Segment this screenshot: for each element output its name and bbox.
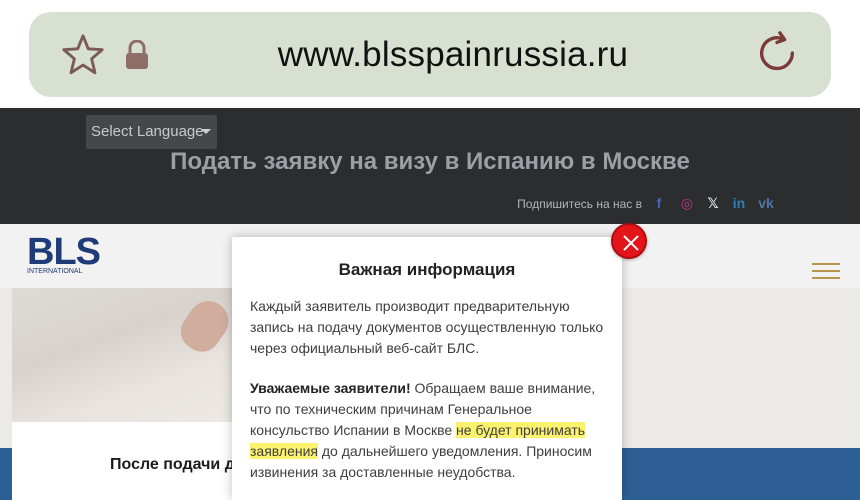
vk-icon[interactable]: vk xyxy=(757,194,775,212)
star-icon[interactable] xyxy=(60,32,106,78)
close-button[interactable] xyxy=(611,223,647,259)
chevron-down-icon xyxy=(201,129,211,134)
instagram-icon[interactable]: ◎ xyxy=(678,194,696,212)
lock-icon xyxy=(126,40,148,69)
modal-greeting: Уважаемые заявители! xyxy=(250,380,411,396)
bls-logo[interactable]: BLS INTERNATIONAL xyxy=(27,232,103,278)
x-icon[interactable]: 𝕏 xyxy=(704,194,722,212)
info-modal: Важная информация Каждый заявитель произ… xyxy=(232,237,622,500)
logo-text: BLS xyxy=(27,231,101,273)
page-title: Подать заявку на визу в Испанию в Москве xyxy=(170,148,690,175)
language-select[interactable]: Select Language xyxy=(86,115,217,149)
modal-paragraph-2: Уважаемые заявители! Обращаем ваше внима… xyxy=(250,378,610,483)
facebook-icon[interactable]: f xyxy=(650,194,668,212)
close-icon xyxy=(623,235,639,251)
card-title: После подачи д xyxy=(110,456,232,473)
subscribe-label: Подпишитесь на нас в xyxy=(517,197,642,211)
modal-title: Важная информация xyxy=(338,260,516,279)
url-text[interactable]: www.blsspainrussia.ru xyxy=(200,34,706,76)
browser-toolbar: www.blsspainrussia.ru xyxy=(0,0,860,108)
blue-band xyxy=(622,448,860,500)
blue-band xyxy=(0,448,12,500)
language-select-label: Select Language xyxy=(91,123,204,140)
modal-paragraph-1: Каждый заявитель производит предваритель… xyxy=(250,298,604,356)
hamburger-menu-icon[interactable] xyxy=(812,263,840,279)
logo-subtext: INTERNATIONAL xyxy=(27,268,83,275)
reload-icon[interactable] xyxy=(754,30,800,76)
linkedin-icon[interactable]: in xyxy=(730,194,748,212)
